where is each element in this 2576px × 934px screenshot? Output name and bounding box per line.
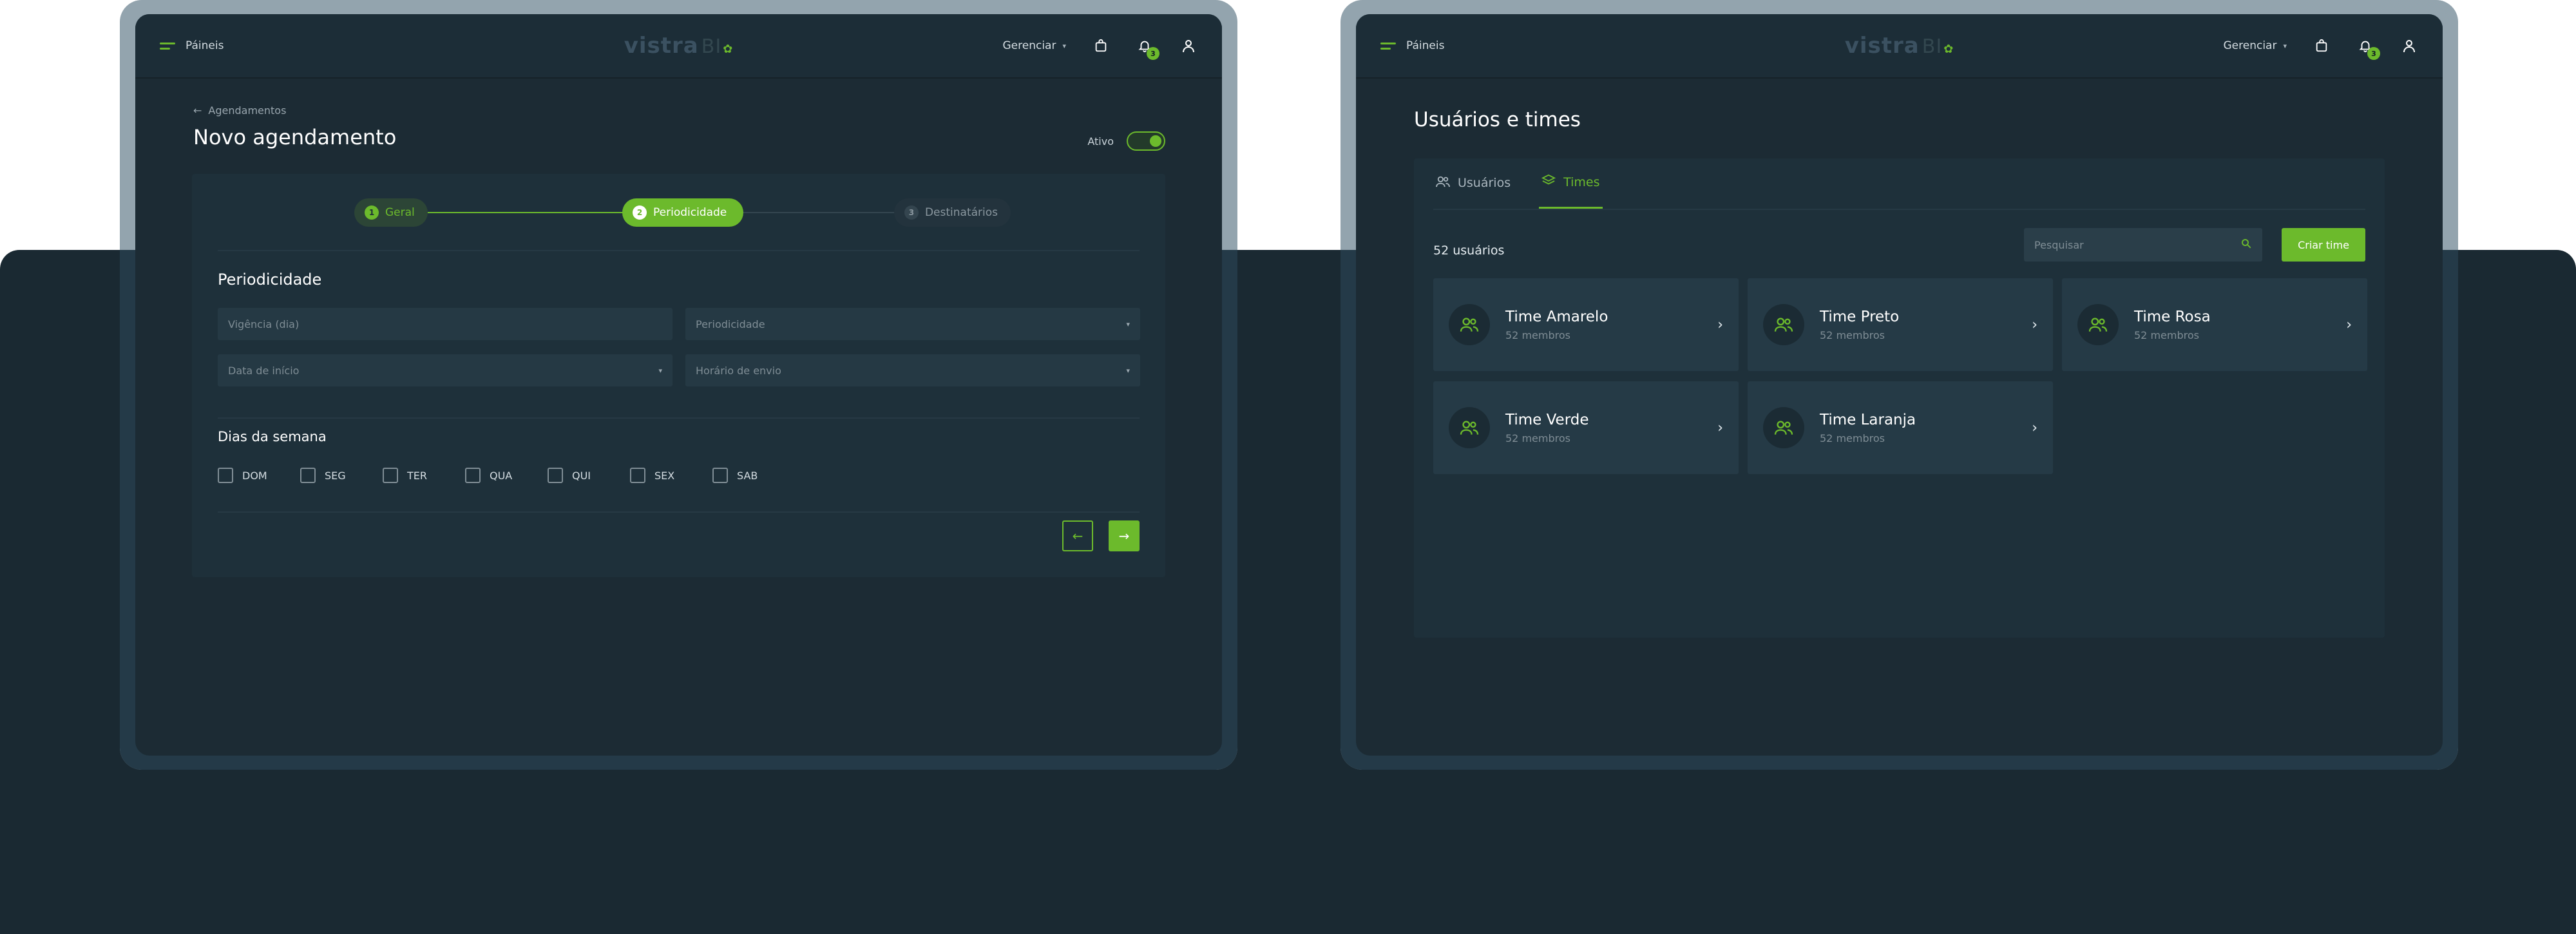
notification-badge: 3 [1147,47,1159,60]
validity-input[interactable]: Vigência (dia) [218,308,673,340]
arrow-left-icon: ← [193,104,202,117]
step-connector-done [411,212,625,213]
device-frame-right: Páineis vistra BI ✿ Gerenciar ▾ 3 Usuári… [1340,0,2458,770]
bag-icon[interactable] [2313,37,2331,55]
weekdays-heading: Dias da semana [218,429,327,444]
team-icon [1449,407,1490,448]
team-name: Time Preto [1820,308,1900,325]
top-bar: Páineis vistra BI ✿ Gerenciar ▾ 3 [135,14,1222,79]
send-time-select[interactable]: Horário de envio ▾ [685,354,1140,386]
menu-label: Páineis [186,39,224,52]
tab-teams[interactable]: Times [1539,157,1603,209]
team-icon [1763,407,1804,448]
leaf-icon: ✿ [723,43,734,56]
chevron-down-icon: ▾ [1126,319,1130,329]
chevron-down-icon: ▾ [1126,366,1130,375]
notification-bell-icon[interactable]: 3 [1136,37,1159,60]
manage-dropdown[interactable]: Gerenciar ▾ [2224,39,2287,52]
team-card[interactable]: Time Preto 52 membros › [1748,278,2053,371]
page-title: Usuários e times [1414,108,1581,131]
chevron-right-icon: › [2032,419,2037,436]
team-members: 52 membros [1820,432,1885,444]
divider [218,417,1140,419]
team-card[interactable]: Time Laranja 52 membros › [1748,381,2053,474]
team-members: 52 membros [1820,329,1885,341]
team-name: Time Verde [1505,411,1589,428]
divider [218,511,1140,513]
team-name: Time Rosa [2134,308,2211,325]
step-general[interactable]: 1 Geral [354,198,428,227]
step-periodicity[interactable]: 2 Periodicidade [622,198,744,227]
menu-icon [160,42,175,50]
tab-users[interactable]: Usuários [1433,157,1513,209]
active-toggle-group: Ativo [1087,131,1165,151]
team-card[interactable]: Time Amarelo 52 membros › [1433,278,1739,371]
team-name: Time Amarelo [1505,308,1608,325]
tab-bar: Usuários Times [1433,158,2365,210]
menu-icon [1380,42,1396,50]
panels-menu-button[interactable]: Páineis [1380,39,1444,52]
day-checkbox-sex[interactable]: SEX [630,468,712,483]
team-name: Time Laranja [1820,411,1916,428]
notification-badge: 3 [2367,47,2380,60]
team-icon [1449,304,1490,345]
create-team-button[interactable]: Criar time [2282,228,2365,262]
day-checkbox-seg[interactable]: SEG [300,468,383,483]
team-icon [2077,304,2119,345]
users-teams-card: Usuários Times 52 usuários Pesquisar Cri… [1414,158,2385,638]
arrow-left-icon: ← [1072,528,1083,544]
stepper: 1 Geral 2 Periodicidade 3 Destinatários [218,174,1140,251]
chevron-down-icon: ▾ [2283,41,2287,50]
search-input[interactable]: Pesquisar [2024,228,2262,262]
chevron-down-icon: ▾ [1062,41,1066,50]
previous-step-button[interactable]: ← [1062,520,1093,551]
bag-icon[interactable] [1092,37,1110,55]
manage-dropdown[interactable]: Gerenciar ▾ [1003,39,1067,52]
schedule-form-card: 1 Geral 2 Periodicidade 3 Destinatários … [192,174,1165,577]
chevron-right-icon: › [1717,419,1723,436]
day-checkbox-sab[interactable]: SAB [712,468,795,483]
layers-icon [1541,174,1556,190]
top-bar: Páineis vistra BI ✿ Gerenciar ▾ 3 [1356,14,2443,79]
active-label: Ativo [1087,135,1114,148]
leaf-icon: ✿ [1943,43,1954,56]
chevron-right-icon: › [2346,316,2352,333]
periodicity-heading: Periodicidade [218,271,322,289]
screen-schedule: Páineis vistra BI ✿ Gerenciar ▾ 3 ← Agen… [135,14,1222,756]
search-icon [2240,238,2252,252]
users-count: 52 usuários [1433,243,1505,258]
menu-label: Páineis [1406,39,1445,52]
chevron-right-icon: › [2032,316,2037,333]
users-icon [1436,175,1450,191]
chevron-right-icon: › [1717,316,1723,333]
step-recipients[interactable]: 3 Destinatários [893,198,1011,227]
user-icon[interactable] [1179,37,1197,55]
panels-menu-button[interactable]: Páineis [160,39,224,52]
team-icon [1763,304,1804,345]
day-checkbox-qui[interactable]: QUI [548,468,630,483]
weekday-checkboxes: DOM SEG TER QUA QUI SEX SAB [218,468,795,483]
breadcrumb[interactable]: ← Agendamentos [193,104,286,117]
chevron-down-icon: ▾ [658,366,662,375]
device-frame-left: Páineis vistra BI ✿ Gerenciar ▾ 3 ← Agen… [120,0,1237,770]
team-card[interactable]: Time Verde 52 membros › [1433,381,1739,474]
team-members: 52 membros [1505,432,1570,444]
start-date-select[interactable]: Data de início ▾ [218,354,673,386]
day-checkbox-ter[interactable]: TER [383,468,465,483]
team-members: 52 membros [1505,329,1570,341]
day-checkbox-qua[interactable]: QUA [465,468,548,483]
user-icon[interactable] [2400,37,2418,55]
arrow-right-icon: → [1118,528,1130,544]
notification-bell-icon[interactable]: 3 [2356,37,2380,60]
periodicity-select[interactable]: Periodicidade ▾ [685,308,1140,340]
logo: vistra BI ✿ [624,33,734,59]
page-title: Novo agendamento [193,125,397,149]
team-card[interactable]: Time Rosa 52 membros › [2062,278,2367,371]
active-toggle[interactable] [1127,131,1165,151]
day-checkbox-dom[interactable]: DOM [218,468,300,483]
next-step-button[interactable]: → [1109,520,1140,551]
team-members: 52 membros [2134,329,2199,341]
logo: vistra BI ✿ [1844,33,1954,59]
screen-users-teams: Páineis vistra BI ✿ Gerenciar ▾ 3 Usuári… [1356,14,2443,756]
